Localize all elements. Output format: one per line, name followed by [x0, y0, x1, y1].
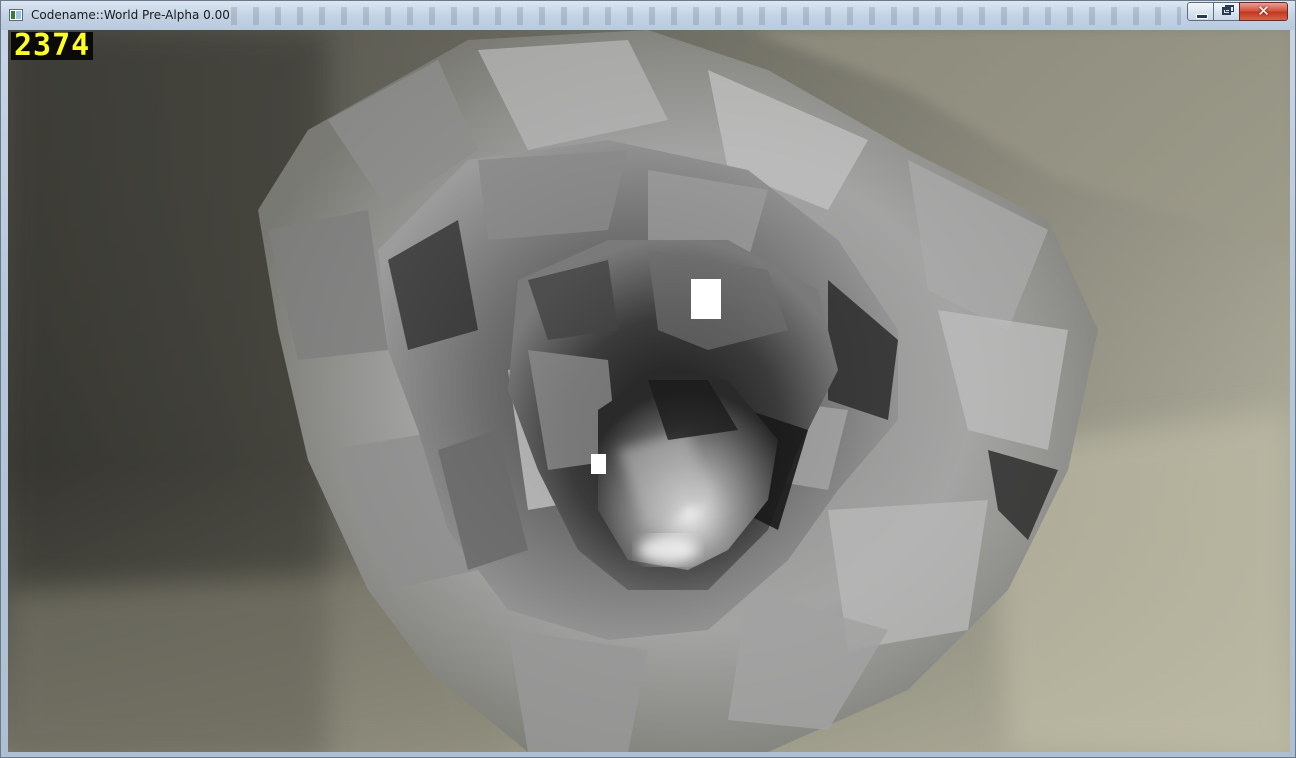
close-icon: ✕ — [1257, 2, 1270, 20]
app-window: Codename::World Pre-Alpha 0.00 ✕ 2374 — [0, 0, 1296, 758]
restore-button[interactable] — [1213, 2, 1240, 21]
light-marker-lower — [591, 454, 606, 474]
minimize-button[interactable] — [1187, 2, 1214, 21]
title-bar[interactable]: Codename::World Pre-Alpha 0.00 ✕ — [1, 1, 1295, 30]
app-icon[interactable] — [9, 9, 23, 21]
minimize-icon — [1196, 14, 1208, 19]
fps-counter: 2374 — [11, 31, 94, 61]
background-taskbar-reflection — [231, 7, 1181, 25]
game-viewport[interactable]: 2374 — [8, 30, 1290, 752]
cave-scene — [8, 30, 1290, 752]
close-button[interactable]: ✕ — [1239, 2, 1288, 21]
light-marker-upper — [691, 279, 721, 319]
window-title: Codename::World Pre-Alpha 0.00 — [31, 8, 230, 22]
restore-icon — [1222, 7, 1231, 15]
